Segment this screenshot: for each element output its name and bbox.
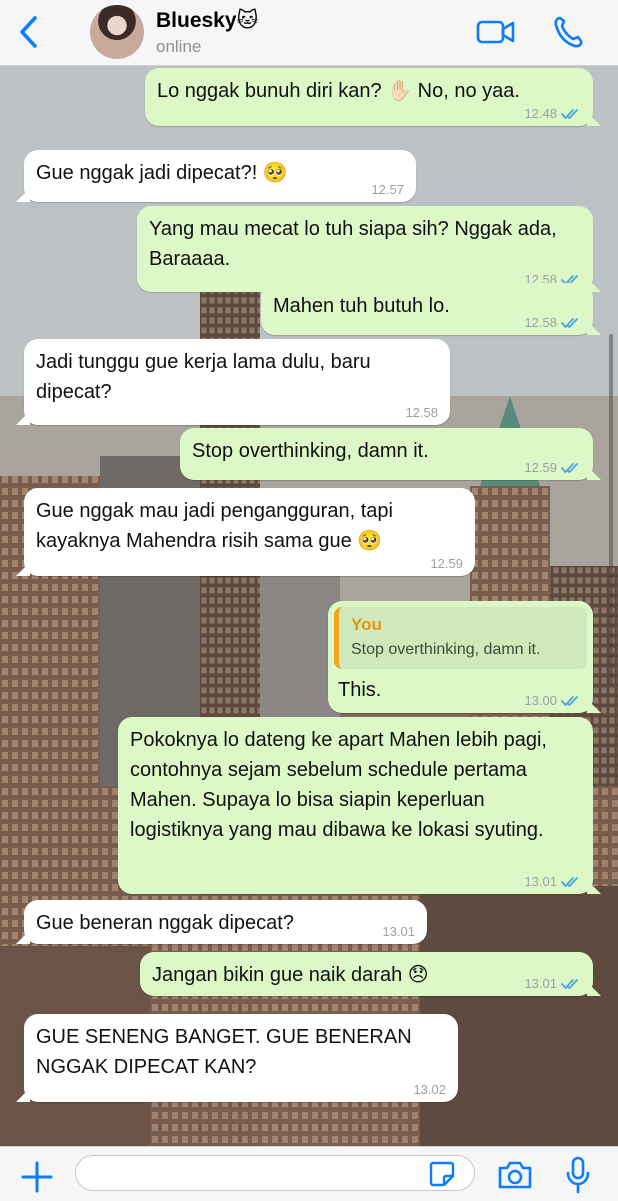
contact-avatar[interactable]: [90, 5, 144, 59]
message-text: Pokoknya lo dateng ke apart Mahen lebih …: [130, 729, 547, 841]
outgoing-message-bubble[interactable]: Lo nggak bunuh diri kan? ✋🏻 No, no yaa. 1…: [145, 68, 601, 126]
chat-header: Bluesky🐱 online: [0, 0, 618, 66]
message-timestamp: 13.01: [382, 924, 415, 939]
read-receipt-icon: [561, 696, 578, 706]
message-meta: 12.58: [405, 405, 438, 421]
message-timestamp: 13.02: [413, 1082, 446, 1097]
incoming-message-bubble[interactable]: Gue beneran nggak dipecat? 13.01: [16, 900, 427, 944]
message-input[interactable]: [75, 1155, 475, 1191]
message-meta: 12.59: [430, 556, 463, 572]
message-meta: 13.01: [382, 924, 415, 940]
read-receipt-icon: [561, 318, 578, 328]
back-chevron-icon[interactable]: [14, 14, 44, 50]
outgoing-message-bubble[interactable]: Yang mau mecat lo tuh siapa sih? Nggak a…: [137, 206, 601, 292]
incoming-message-bubble[interactable]: Gue nggak mau jadi pengangguran, tapi ka…: [16, 488, 475, 576]
outgoing-message-bubble[interactable]: You Stop overthinking, damn it. This. 13.00: [328, 601, 601, 713]
message-meta: 13.00: [524, 693, 581, 709]
quoted-text: Stop overthinking, damn it.: [351, 641, 541, 658]
message-text: Gue nggak mau jadi pengangguran, tapi ka…: [36, 500, 393, 552]
outgoing-message-bubble[interactable]: Jangan bikin gue naik darah 😞 13.01: [140, 952, 601, 996]
message-text: Gue nggak jadi dipecat?! 🥺: [36, 162, 288, 184]
message-timestamp: 12.58: [405, 405, 438, 420]
incoming-message-bubble[interactable]: GUE SENENG BANGET. GUE BENERAN NGGAK DIP…: [16, 1014, 458, 1102]
message-timestamp: 12.48: [524, 106, 557, 121]
video-call-icon[interactable]: [476, 16, 516, 48]
message-text: Jadi tunggu gue kerja lama dulu, baru di…: [36, 351, 371, 403]
message-meta: 13.01: [524, 874, 581, 890]
message-meta: 12.57: [371, 182, 404, 198]
scroll-indicator[interactable]: [609, 334, 613, 686]
message-text: Stop overthinking, damn it.: [192, 440, 429, 462]
microphone-icon[interactable]: [564, 1156, 592, 1194]
read-receipt-icon: [561, 109, 578, 119]
incoming-message-bubble[interactable]: Jadi tunggu gue kerja lama dulu, baru di…: [16, 339, 450, 425]
phone-call-icon[interactable]: [551, 14, 585, 50]
message-timestamp: 12.59: [430, 556, 463, 571]
message-meta: 12.59: [524, 460, 581, 476]
message-text: GUE SENENG BANGET. GUE BENERAN NGGAK DIP…: [36, 1026, 412, 1078]
message-text: Gue beneran nggak dipecat?: [36, 912, 294, 934]
message-timestamp: 12.58: [524, 315, 557, 330]
sticker-icon[interactable]: [428, 1160, 456, 1188]
message-meta: 13.02: [413, 1082, 446, 1098]
message-text: Yang mau mecat lo tuh siapa sih? Nggak a…: [149, 218, 557, 270]
outgoing-message-bubble[interactable]: Stop overthinking, damn it. 12.59: [180, 428, 601, 480]
quoted-sender: You: [351, 615, 382, 634]
contact-name[interactable]: Bluesky🐱: [156, 8, 258, 33]
cat-emoji-icon: 🐱: [236, 9, 259, 32]
chat-thread[interactable]: Lo nggak bunuh diri kan? ✋🏻 No, no yaa. 1…: [0, 66, 618, 1146]
message-meta: 12.48: [524, 106, 581, 122]
read-receipt-icon: [561, 463, 578, 473]
read-receipt-icon: [561, 979, 578, 989]
outgoing-message-bubble[interactable]: Pokoknya lo dateng ke apart Mahen lebih …: [118, 717, 601, 894]
contact-status: online: [156, 37, 202, 56]
message-meta: 12.58: [524, 315, 581, 331]
message-timestamp: 13.00: [524, 693, 557, 708]
quoted-reply[interactable]: You Stop overthinking, damn it.: [334, 607, 587, 669]
message-meta: 13.01: [524, 976, 581, 992]
message-text: Lo nggak bunuh diri kan? ✋🏻 No, no yaa.: [157, 80, 520, 102]
message-timestamp: 12.57: [371, 182, 404, 197]
message-timestamp: 12.59: [524, 460, 557, 475]
camera-icon[interactable]: [497, 1159, 533, 1191]
message-timestamp: 13.01: [524, 976, 557, 991]
incoming-message-bubble[interactable]: Gue nggak jadi dipecat?! 🥺 12.57: [16, 150, 416, 202]
outgoing-message-bubble[interactable]: Mahen tuh butuh lo. 12.58: [261, 283, 601, 335]
contact-name-text: Bluesky: [156, 9, 237, 32]
message-text: Jangan bikin gue naik darah 😞: [152, 964, 429, 986]
composer-bar: [0, 1146, 618, 1201]
read-receipt-icon: [561, 877, 578, 887]
message-timestamp: 13.01: [524, 874, 557, 889]
plus-icon[interactable]: [20, 1160, 54, 1194]
